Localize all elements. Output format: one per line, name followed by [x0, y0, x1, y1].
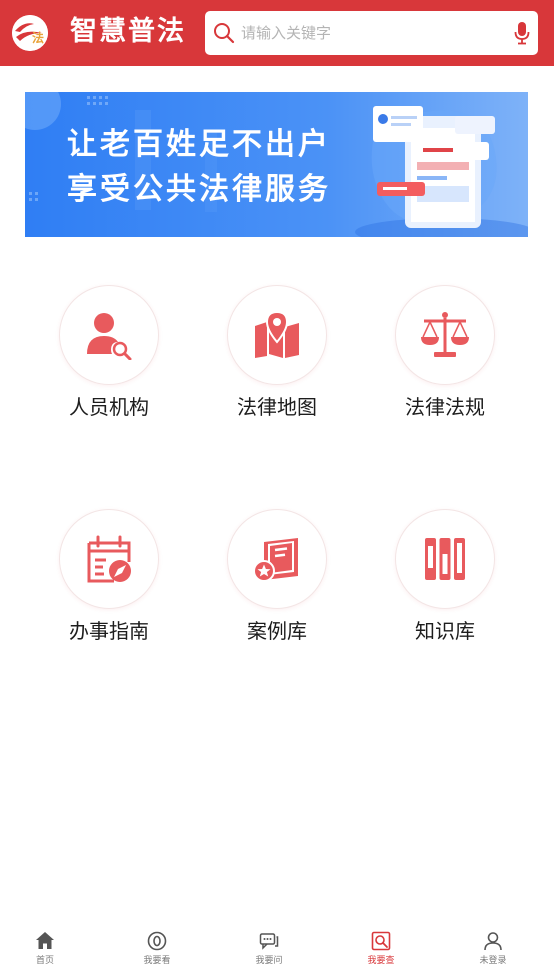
book-star-icon	[253, 538, 298, 582]
tab-label: 我要看	[143, 956, 171, 966]
bottom-tab-bar: 首页 我要看 我要问 我要查 未登录	[0, 922, 554, 969]
person-search-icon	[87, 313, 132, 360]
tab-profile[interactable]: 未登录	[438, 922, 548, 969]
search-bar[interactable]: 请输入关键字	[205, 11, 538, 55]
icon-circle[interactable]	[395, 285, 495, 385]
grid-label: 人员机构	[69, 395, 149, 419]
user-icon	[484, 932, 502, 951]
icon-circle[interactable]	[227, 509, 327, 609]
icon-circle[interactable]	[227, 285, 327, 385]
scales-icon	[421, 312, 469, 357]
grid-label: 法律法规	[405, 395, 485, 419]
tab-search[interactable]: 我要查	[326, 922, 436, 969]
tab-label: 未登录	[479, 956, 507, 966]
bookshelf-icon	[425, 538, 465, 580]
tab-label: 首页	[35, 956, 54, 966]
banner-headline-line2: 享受公共法律服务	[67, 172, 331, 207]
search-doc-icon	[371, 931, 391, 951]
chat-icon	[259, 933, 279, 950]
tab-label: 我要问	[255, 956, 283, 966]
promo-banner[interactable]: 让老百姓足不出户 享受公共法律服务	[25, 92, 528, 237]
app-header: 法 智慧普法 请输入关键字	[0, 0, 554, 66]
tab-label: 我要查	[367, 956, 395, 966]
banner-headline-line1: 让老百姓足不出户	[67, 127, 331, 162]
icon-circle[interactable]	[59, 285, 159, 385]
calendar-compass-icon	[87, 535, 131, 583]
grid-label: 办事指南	[69, 619, 149, 643]
app-logo: 法	[12, 15, 48, 51]
tab-home[interactable]: 首页	[0, 922, 100, 969]
tab-watch[interactable]: 我要看	[102, 922, 212, 969]
grid-label: 法律地图	[237, 395, 317, 419]
logo-icon: 法	[12, 15, 48, 51]
app-title: 智慧普法	[70, 16, 186, 47]
map-pin-icon	[255, 310, 299, 358]
icon-circle[interactable]	[395, 509, 495, 609]
icon-circle[interactable]	[59, 509, 159, 609]
eye-icon	[147, 931, 167, 951]
svg-text:法: 法	[32, 30, 44, 45]
grid-label: 知识库	[415, 619, 475, 643]
search-input[interactable]: 请输入关键字	[241, 11, 331, 55]
microphone-icon[interactable]	[514, 21, 530, 45]
search-icon[interactable]	[213, 22, 235, 44]
home-icon	[36, 932, 54, 949]
grid-label: 案例库	[247, 619, 307, 643]
tab-ask[interactable]: 我要问	[214, 922, 324, 969]
